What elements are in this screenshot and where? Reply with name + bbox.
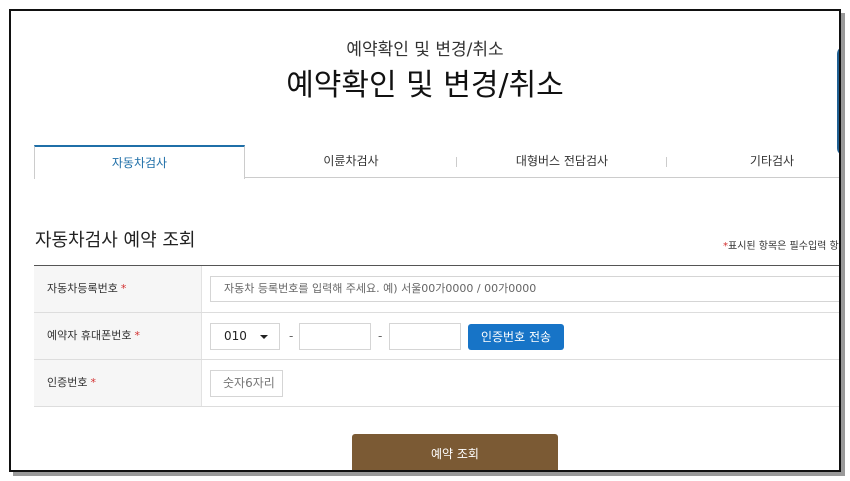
caret-down-icon [260, 335, 268, 339]
auth-code-input[interactable]: 숫자6자리 [210, 370, 283, 397]
tab-other-inspection[interactable]: 기타검사 [667, 145, 839, 178]
phone-label: 예약자 휴대폰번호 * [34, 313, 202, 359]
required-star: * [90, 376, 96, 389]
required-star: * [134, 329, 140, 342]
frame-shadow [13, 472, 845, 476]
required-note: *표시된 항목은 필수입력 항 [723, 237, 839, 252]
tab-car-inspection[interactable]: 자동차검사 [34, 145, 245, 179]
registration-label: 자동차등록번호 * [34, 266, 202, 312]
form-row-auth: 인증번호 * 숫자6자리 [34, 360, 839, 407]
required-note-text: 표시된 항목은 필수입력 항 [728, 241, 839, 252]
reservation-search-button[interactable]: 예약 조회 [352, 434, 558, 470]
phone-prefix-value: 010 [224, 329, 247, 343]
inspection-tabs: 자동차검사 이륜차검사 대형버스 전담검사 기타검사 [34, 145, 839, 179]
frame-shadow [841, 13, 845, 475]
browser-frame: 예약확인 및 변경/취소 예약확인 및 변경/취소 자동차검사 이륜차검사 대형… [9, 9, 841, 472]
form-row-registration: 자동차등록번호 * 자동차 등록번호를 입력해 주세요. 예) 서울00가0000… [34, 266, 839, 313]
auth-code-label-text: 인증번호 [47, 376, 88, 389]
page-title: 예약확인 및 변경/취소 [286, 68, 564, 103]
tab-bus-inspection[interactable]: 대형버스 전담검사 [457, 145, 667, 178]
phone-prefix-select[interactable]: 010 [210, 323, 280, 350]
phone-separator: - [378, 329, 383, 343]
section-title: 자동차검사 예약 조회 [35, 230, 196, 251]
form-row-phone: 예약자 휴대폰번호 * 010 - - 인증번호 전송 [34, 313, 839, 360]
auth-code-label: 인증번호 * [34, 360, 202, 406]
phone-label-text: 예약자 휴대폰번호 [47, 329, 132, 342]
send-auth-code-button[interactable]: 인증번호 전송 [468, 324, 564, 350]
phone-middle-input[interactable] [299, 323, 371, 350]
reservation-search-form: 자동차등록번호 * 자동차 등록번호를 입력해 주세요. 예) 서울00가0000… [34, 265, 839, 407]
registration-label-text: 자동차등록번호 [47, 282, 118, 295]
page-subtitle: 예약확인 및 변경/취소 [346, 40, 504, 60]
tab-motorcycle-inspection[interactable]: 이륜차검사 [246, 145, 456, 178]
required-star: * [120, 282, 127, 295]
phone-separator: - [289, 329, 294, 343]
phone-last-input[interactable] [389, 323, 461, 350]
registration-input[interactable]: 자동차 등록번호를 입력해 주세요. 예) 서울00가0000 / 00가000… [210, 276, 839, 302]
